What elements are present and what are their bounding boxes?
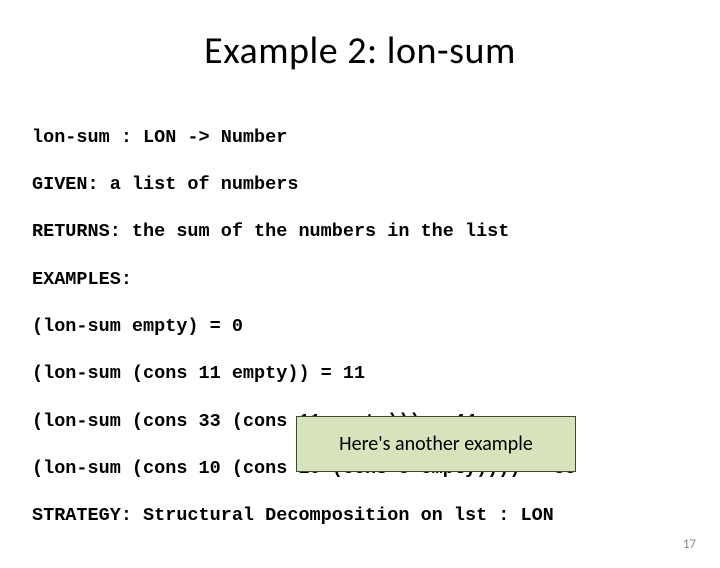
callout-box: Here's another example xyxy=(296,416,576,472)
code-line: STRATEGY: Structural Decomposition on ls… xyxy=(32,504,720,528)
callout-text: Here's another example xyxy=(339,432,533,456)
code-line: RETURNS: the sum of the numbers in the l… xyxy=(32,220,720,244)
code-line: (lon-sum empty) = 0 xyxy=(32,315,720,339)
slide-title: Example 2: lon-sum xyxy=(0,28,720,74)
code-line: lon-sum : LON -> Number xyxy=(32,126,720,150)
code-block: lon-sum : LON -> Number GIVEN: a list of… xyxy=(32,102,720,552)
code-line: (lon-sum (cons 11 empty)) = 11 xyxy=(32,362,720,386)
page-number: 17 xyxy=(683,537,696,552)
code-line: GIVEN: a list of numbers xyxy=(32,173,720,197)
code-line: EXAMPLES: xyxy=(32,268,720,292)
